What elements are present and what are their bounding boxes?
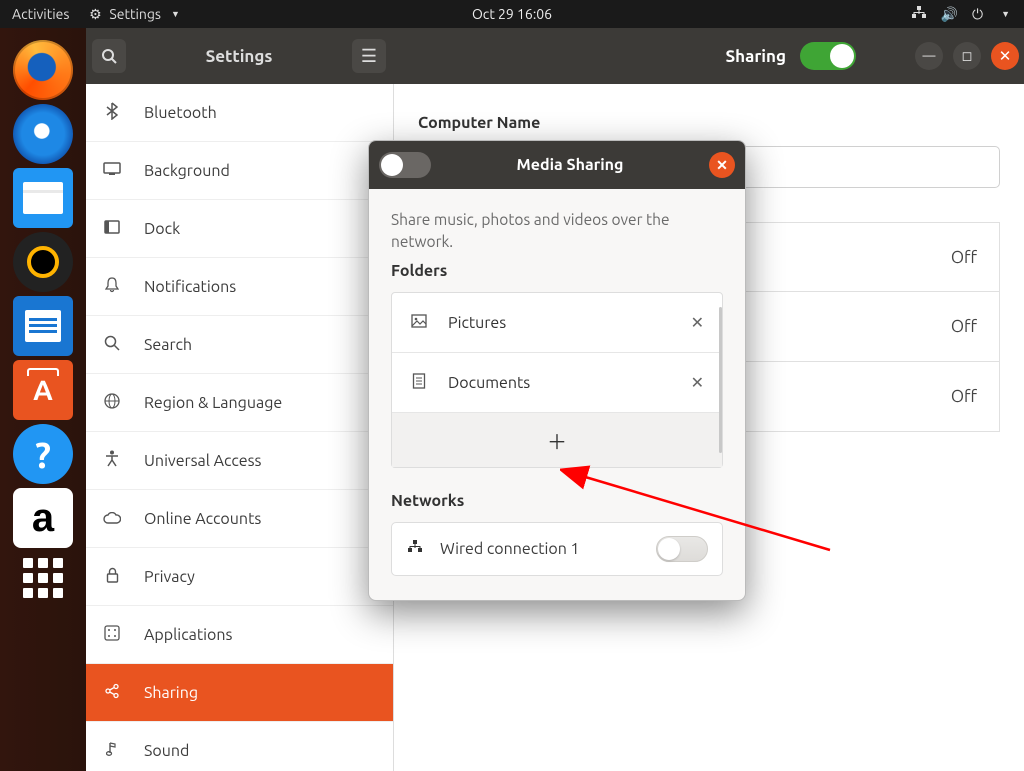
dialog-close-button[interactable]: ✕ [709, 152, 735, 178]
sidebar-item-label: Notifications [144, 278, 236, 296]
plus-icon: ＋ [547, 426, 567, 455]
applications-icon [102, 625, 122, 645]
folders-list: Pictures ✕ Documents ✕ ＋ [391, 292, 723, 468]
globe-icon [102, 393, 122, 413]
folder-row-pictures[interactable]: Pictures ✕ [392, 293, 722, 353]
sidebar-item-label: Online Accounts [144, 510, 261, 528]
share-icon [102, 683, 122, 703]
search-icon [102, 335, 122, 355]
activities-button[interactable]: Activities [12, 6, 69, 22]
sidebar-item-label: Universal Access [144, 452, 262, 470]
settings-window-header: Settings ☰ Sharing — ◻ ✕ [86, 28, 1024, 84]
sidebar-item-label: Bluetooth [144, 104, 217, 122]
networks-section-label: Networks [391, 492, 723, 510]
sidebar-item-search[interactable]: Search [86, 316, 393, 374]
sidebar-item-online-accounts[interactable]: Online Accounts [86, 490, 393, 548]
bell-icon [102, 277, 122, 297]
dock-libreoffice-writer[interactable] [13, 296, 73, 356]
sidebar-item-dock[interactable]: Dock [86, 200, 393, 258]
dock-ubuntu-software[interactable] [13, 360, 73, 420]
sidebar-item-region-language[interactable]: Region & Language [86, 374, 393, 432]
sidebar-item-background[interactable]: Background [86, 142, 393, 200]
network-toggle[interactable] [656, 536, 708, 562]
sidebar-header-title: Settings [132, 47, 346, 66]
sidebar-item-notifications[interactable]: Notifications [86, 258, 393, 316]
bluetooth-icon [102, 102, 122, 124]
dock-thunderbird[interactable] [13, 104, 73, 164]
folders-section-label: Folders [391, 262, 723, 280]
sidebar-item-label: Sharing [144, 684, 198, 702]
dock: ? [0, 28, 86, 771]
sidebar-item-sharing[interactable]: Sharing [86, 664, 393, 722]
window-minimize-button[interactable]: — [915, 42, 943, 70]
dock-rhythmbox[interactable] [13, 232, 73, 292]
network-name: Wired connection 1 [440, 540, 580, 558]
background-icon [102, 162, 122, 180]
music-note-icon [102, 741, 122, 761]
dock-files[interactable] [13, 168, 73, 228]
cloud-icon [102, 510, 122, 528]
gnome-topbar: Activities ⚙ Settings ▼ Oct 29 16:06 🔊 ⏻… [0, 0, 1024, 28]
folder-remove-button[interactable]: ✕ [691, 313, 704, 332]
app-menu-settings[interactable]: ⚙ Settings ▼ [87, 6, 180, 22]
hamburger-menu-button[interactable]: ☰ [352, 39, 386, 73]
system-menu-chevron-icon[interactable]: ▼ [1001, 9, 1010, 19]
dock-help[interactable]: ? [13, 424, 73, 484]
folder-name: Pictures [448, 314, 671, 332]
sidebar-item-label: Search [144, 336, 192, 354]
power-indicator-icon[interactable]: ⏻ [972, 6, 983, 23]
folder-remove-button[interactable]: ✕ [691, 373, 704, 392]
document-icon [410, 373, 428, 392]
sharing-master-toggle[interactable] [800, 42, 856, 70]
accessibility-icon [102, 450, 122, 471]
clock[interactable]: Oct 29 16:06 [472, 6, 552, 22]
media-sharing-dialog: Media Sharing ✕ Share music, photos and … [368, 140, 746, 601]
volume-indicator-icon[interactable]: 🔊 [941, 6, 958, 23]
sidebar-item-universal-access[interactable]: Universal Access [86, 432, 393, 490]
sidebar-item-label: Background [144, 162, 230, 180]
dialog-description: Share music, photos and videos over the … [391, 209, 723, 252]
dock-firefox[interactable] [13, 40, 73, 100]
network-row: Wired connection 1 [391, 522, 723, 576]
folder-row-documents[interactable]: Documents ✕ [392, 353, 722, 413]
wired-network-icon [406, 540, 424, 558]
folder-name: Documents [448, 374, 671, 392]
sidebar-item-bluetooth[interactable]: Bluetooth [86, 84, 393, 142]
sidebar-item-label: Sound [144, 742, 189, 760]
sidebar-item-applications[interactable]: Applications [86, 606, 393, 664]
sidebar-item-label: Applications [144, 626, 232, 644]
header-main-title: Sharing [725, 47, 786, 66]
dialog-header: Media Sharing ✕ [369, 141, 745, 189]
sidebar-item-sound[interactable]: Sound [86, 722, 393, 771]
sidebar-item-label: Dock [144, 220, 180, 238]
computer-name-label: Computer Name [418, 114, 1000, 132]
window-maximize-button[interactable]: ◻ [953, 42, 981, 70]
sidebar-item-privacy[interactable]: Privacy [86, 548, 393, 606]
image-icon [410, 314, 428, 331]
dock-amazon[interactable] [13, 488, 73, 548]
gear-icon: ⚙ [87, 6, 103, 22]
dialog-title: Media Sharing [431, 156, 709, 174]
dock-show-applications[interactable] [17, 552, 69, 604]
sidebar-item-label: Privacy [144, 568, 195, 586]
lock-icon [102, 567, 122, 587]
media-sharing-toggle[interactable] [379, 152, 431, 178]
header-search-button[interactable] [92, 39, 126, 73]
add-folder-button[interactable]: ＋ [392, 413, 722, 467]
sidebar-item-label: Region & Language [144, 394, 282, 412]
dock-icon [102, 220, 122, 238]
chevron-down-icon: ▼ [171, 9, 180, 19]
network-indicator-icon[interactable] [911, 6, 927, 23]
window-close-button[interactable]: ✕ [991, 42, 1019, 70]
settings-sidebar: Bluetooth Background Dock Notifications … [86, 84, 394, 771]
